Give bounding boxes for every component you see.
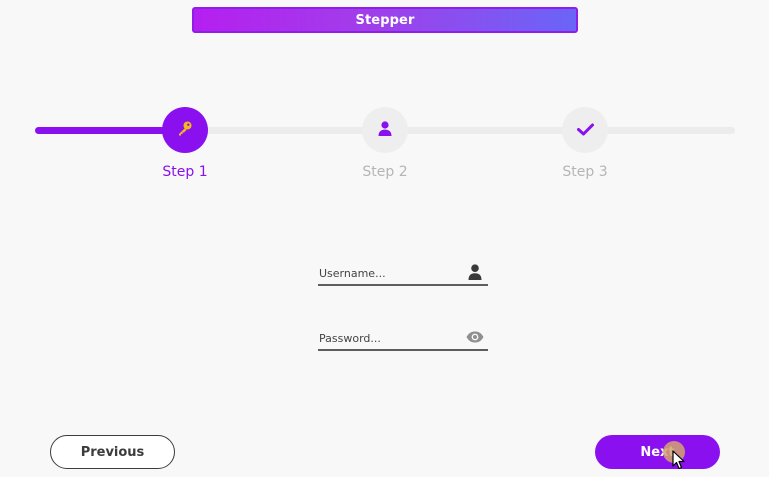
mouse-cursor-icon bbox=[672, 450, 686, 470]
user-icon bbox=[378, 120, 392, 140]
username-field bbox=[318, 262, 488, 286]
step-3-button[interactable] bbox=[562, 107, 608, 153]
step-1-label: Step 1 bbox=[162, 164, 208, 180]
step-3-label: Step 3 bbox=[562, 164, 608, 180]
password-input[interactable] bbox=[318, 329, 459, 347]
password-field bbox=[318, 327, 488, 351]
step-2-button[interactable] bbox=[362, 107, 408, 153]
previous-button[interactable]: Previous bbox=[50, 435, 175, 469]
next-button[interactable]: Next bbox=[595, 435, 720, 469]
user-icon bbox=[466, 263, 484, 281]
step-1-button[interactable] bbox=[162, 107, 208, 153]
key-icon bbox=[177, 120, 193, 140]
stepper-progress-fill bbox=[35, 127, 175, 134]
page-title: Stepper bbox=[192, 7, 578, 33]
step-2-label: Step 2 bbox=[362, 164, 408, 180]
username-input[interactable] bbox=[318, 264, 459, 282]
eye-icon[interactable] bbox=[466, 328, 484, 346]
check-icon bbox=[576, 121, 594, 140]
stepper-page: Stepper Step 1 Step 2 Step 3 Username...… bbox=[0, 0, 769, 477]
